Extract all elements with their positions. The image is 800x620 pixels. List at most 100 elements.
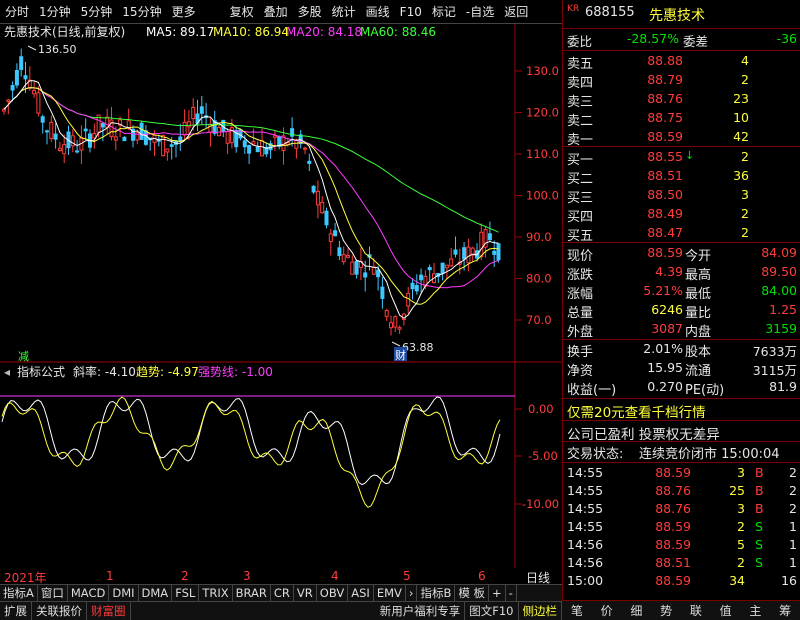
tick-count: 1 bbox=[789, 537, 797, 552]
tab-price[interactable]: 价 bbox=[601, 602, 613, 619]
webi-row: 委比 -28.57% 委差 -36 bbox=[563, 31, 800, 50]
tab-macd[interactable]: MACD bbox=[68, 585, 110, 601]
ask-row: 卖五 88.88 4 bbox=[563, 53, 800, 72]
tab-f10-graphic[interactable]: 图文F10 bbox=[465, 602, 519, 620]
tab-dmi[interactable]: DMI bbox=[109, 585, 139, 601]
tick-price: 88.51 bbox=[655, 555, 691, 570]
candle-body bbox=[92, 133, 97, 139]
candle-body bbox=[496, 243, 501, 261]
tab-vr[interactable]: VR bbox=[294, 585, 317, 601]
ask-volume: 10 bbox=[733, 110, 749, 125]
tab-indicator-a[interactable]: 指标A bbox=[0, 585, 38, 601]
stat-value: 6246 bbox=[651, 302, 683, 317]
tick-volume: 5 bbox=[737, 537, 745, 552]
stat-value: 2.01% bbox=[643, 341, 683, 356]
candle-body bbox=[449, 258, 454, 267]
candle-body bbox=[32, 90, 37, 95]
tab-sidebar[interactable]: 侧边栏 bbox=[519, 602, 562, 620]
candle-body bbox=[2, 108, 6, 112]
indicator-name[interactable]: 指标公式 bbox=[17, 364, 65, 379]
weicha-label: 委差 bbox=[683, 34, 709, 49]
stat-label: 现价 bbox=[567, 249, 594, 264]
tab-trades[interactable]: 笔 bbox=[571, 602, 583, 619]
tab-window[interactable]: 窗口 bbox=[38, 585, 68, 601]
tab-main[interactable]: 主 bbox=[749, 602, 761, 619]
month-label: 5 bbox=[403, 569, 411, 583]
tab-chips[interactable]: 筹 bbox=[779, 602, 791, 619]
tick-volume: 2 bbox=[737, 519, 745, 534]
back-button[interactable]: 返回 bbox=[499, 0, 533, 24]
price-tick-label: 70.0 bbox=[526, 313, 552, 327]
candle-body bbox=[178, 136, 183, 142]
candle-body bbox=[414, 285, 419, 292]
stat-value: 88.59 bbox=[647, 245, 683, 260]
tab-template[interactable]: 模 板 bbox=[455, 585, 490, 601]
period-tab[interactable]: 分时 bbox=[0, 0, 34, 24]
draw-line-button[interactable]: 画线 bbox=[361, 0, 395, 24]
period-tab[interactable]: 5分钟 bbox=[76, 0, 118, 24]
candle-body bbox=[440, 262, 445, 274]
tick-time: 14:56 bbox=[567, 555, 604, 570]
overlay-button[interactable]: 叠加 bbox=[259, 0, 293, 24]
tab-indicator-b[interactable]: 指标B bbox=[417, 585, 456, 601]
tab-brar[interactable]: BRAR bbox=[233, 585, 271, 601]
tab-dma[interactable]: DMA bbox=[139, 585, 173, 601]
kline-chart-area[interactable]: 先惠技术(日线,前复权) MA5: 89.17 MA10: 86.94 MA20… bbox=[0, 24, 562, 568]
tick-row: 14:55 88.76 3 B 2 bbox=[563, 501, 800, 520]
tab-value[interactable]: 值 bbox=[720, 602, 732, 619]
candle-body bbox=[333, 230, 338, 237]
stock-code: 688155 bbox=[585, 5, 635, 20]
candle-body bbox=[479, 231, 484, 258]
kline-svg[interactable]: 先惠技术(日线,前复权) MA5: 89.17 MA10: 86.94 MA20… bbox=[0, 24, 562, 568]
f10-button[interactable]: F10 bbox=[395, 0, 427, 24]
tab-asi[interactable]: ASI bbox=[348, 585, 374, 601]
candle-body bbox=[320, 201, 325, 214]
collapse-icon[interactable]: ◂ bbox=[4, 365, 10, 379]
ask-price: 88.59 bbox=[647, 129, 683, 144]
tick-count: 2 bbox=[789, 501, 797, 516]
tab-obv[interactable]: OBV bbox=[317, 585, 349, 601]
remove-window-button[interactable]: - bbox=[506, 585, 517, 601]
tab-detail[interactable]: 细 bbox=[630, 602, 642, 619]
ask-level-label: 卖三 bbox=[567, 95, 594, 110]
tab-expand[interactable]: 扩展 bbox=[0, 602, 32, 620]
candle-body bbox=[380, 286, 385, 299]
period-tab[interactable]: 1分钟 bbox=[34, 0, 76, 24]
weicha-value: -36 bbox=[776, 31, 797, 46]
promo-link[interactable]: 仅需20元查看千档行情 bbox=[567, 401, 706, 421]
tab-scroll-icon[interactable]: › bbox=[406, 585, 418, 601]
stat-row: 涨跌 4.39 最高 89.50 bbox=[563, 264, 800, 283]
tick-count: 1 bbox=[789, 519, 797, 534]
stat-label: 外盘 bbox=[567, 325, 594, 340]
remove-favorite-button[interactable]: -自选 bbox=[461, 0, 499, 24]
candle-body bbox=[122, 136, 127, 142]
candle-body bbox=[324, 210, 329, 226]
tab-related-quotes[interactable]: 关联报价 bbox=[32, 602, 87, 620]
tick-side: B bbox=[755, 501, 764, 516]
candle-body bbox=[199, 106, 204, 114]
add-window-button[interactable]: + bbox=[489, 585, 506, 601]
webi-value: -28.57% bbox=[626, 31, 679, 46]
month-label: 3 bbox=[243, 569, 251, 583]
multi-stock-button[interactable]: 多股 bbox=[293, 0, 327, 24]
tab-trix[interactable]: TRIX bbox=[199, 585, 233, 601]
tab-trend[interactable]: 势 bbox=[660, 602, 672, 619]
promo-row[interactable]: 仅需20元查看千档行情 bbox=[563, 401, 800, 421]
tab-emv[interactable]: EMV bbox=[374, 585, 406, 601]
candle-body bbox=[337, 247, 342, 256]
candle-body bbox=[23, 75, 28, 80]
mark-button[interactable]: 标记 bbox=[427, 0, 461, 24]
candle-body bbox=[182, 121, 187, 136]
period-more-button[interactable]: 更多 bbox=[167, 0, 201, 24]
fuquan-button[interactable]: 复权 bbox=[225, 0, 259, 24]
stats-button[interactable]: 统计 bbox=[327, 0, 361, 24]
tab-cr[interactable]: CR bbox=[271, 585, 294, 601]
tab-fsl[interactable]: FSL bbox=[172, 585, 200, 601]
price-tick-label: 110.0 bbox=[526, 147, 559, 161]
tab-wealth-circle[interactable]: 财富圈 bbox=[87, 602, 131, 620]
period-tab[interactable]: 15分钟 bbox=[117, 0, 166, 24]
tick-time: 14:55 bbox=[567, 501, 604, 516]
market-tag: KR bbox=[567, 4, 580, 14]
tab-new-user-benefit[interactable]: 新用户福利专享 bbox=[376, 602, 466, 620]
tab-related[interactable]: 联 bbox=[690, 602, 702, 619]
